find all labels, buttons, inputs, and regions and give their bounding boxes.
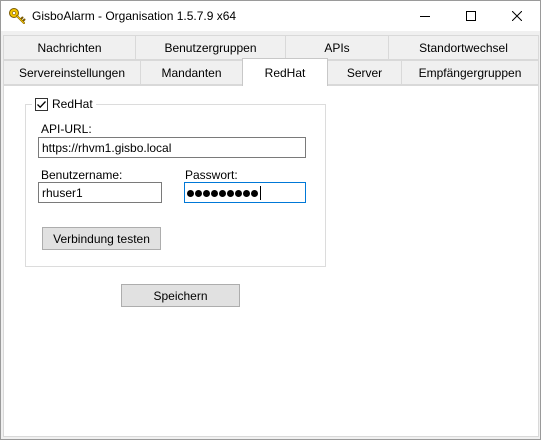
- close-button[interactable]: [494, 1, 540, 31]
- tab-nachrichten[interactable]: Nachrichten: [3, 35, 136, 60]
- password-dot: [251, 189, 258, 197]
- checkmark-icon: [37, 100, 46, 108]
- password-dot: [219, 189, 226, 197]
- app-window: GisboAlarm - Organisation 1.5.7.9 x64 Na…: [0, 0, 541, 440]
- password-dot: [203, 189, 210, 197]
- redhat-enable-checkbox[interactable]: RedHat: [32, 96, 96, 112]
- tab-server[interactable]: Server: [327, 60, 402, 85]
- tab-standortwechsel[interactable]: Standortwechsel: [388, 35, 539, 60]
- password-label: Passwort:: [185, 168, 238, 182]
- minimize-button[interactable]: [402, 1, 448, 31]
- tab-servereinstellungen[interactable]: Servereinstellungen: [3, 60, 141, 85]
- checkbox-box[interactable]: [35, 97, 48, 111]
- title-bar[interactable]: GisboAlarm - Organisation 1.5.7.9 x64: [1, 1, 540, 31]
- maximize-icon: [466, 11, 476, 21]
- tab-empfaengergruppen[interactable]: Empfängergruppen: [401, 60, 539, 85]
- tab-mandanten[interactable]: Mandanten: [140, 60, 243, 85]
- api-url-label: API-URL:: [41, 122, 92, 136]
- text-caret: [260, 186, 261, 200]
- username-label: Benutzername:: [41, 168, 123, 182]
- maximize-button[interactable]: [448, 1, 494, 31]
- minimize-icon: [420, 16, 430, 17]
- password-dot: [195, 189, 202, 197]
- save-button[interactable]: Speichern: [121, 284, 240, 307]
- key-icon: [9, 8, 26, 24]
- redhat-enable-label: RedHat: [52, 97, 93, 111]
- password-dot: [227, 189, 234, 197]
- close-icon: [512, 11, 522, 21]
- password-dot: [235, 189, 242, 197]
- tab-benutzergruppen[interactable]: Benutzergruppen: [135, 35, 286, 60]
- username-input[interactable]: [38, 182, 162, 203]
- api-url-input[interactable]: [38, 137, 306, 158]
- window-title: GisboAlarm - Organisation 1.5.7.9 x64: [32, 9, 237, 23]
- test-connection-button[interactable]: Verbindung testen: [42, 227, 161, 250]
- tab-redhat[interactable]: RedHat: [242, 58, 328, 86]
- password-dot: [211, 189, 218, 197]
- password-dot: [243, 189, 250, 197]
- password-mask: [187, 186, 261, 200]
- tab-apis[interactable]: APIs: [285, 35, 389, 60]
- password-dot: [187, 189, 194, 197]
